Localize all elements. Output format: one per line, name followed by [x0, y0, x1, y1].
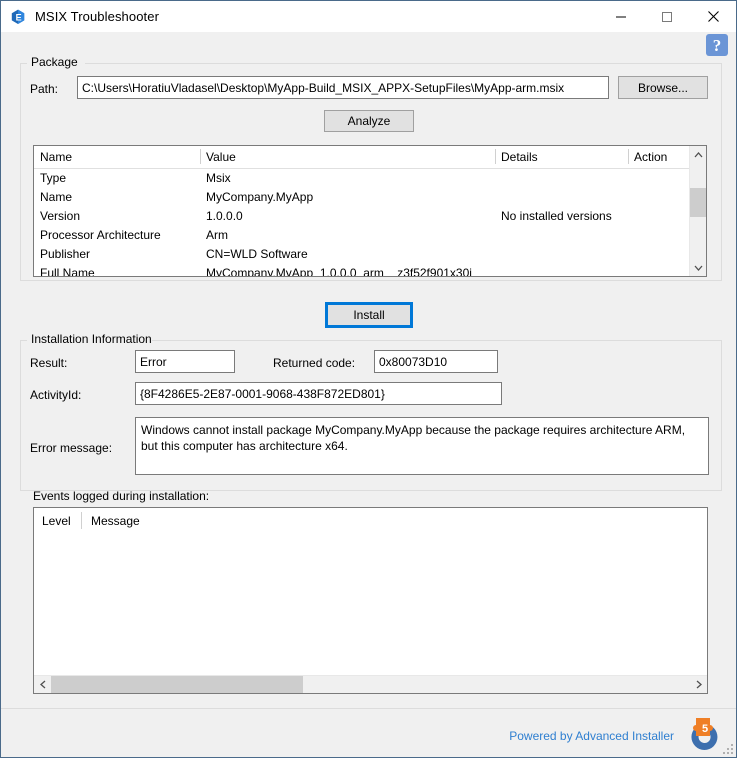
- table-row[interactable]: Publisher CN=WLD Software: [34, 245, 706, 264]
- minimize-button[interactable]: [598, 1, 644, 32]
- cell-value: CN=WLD Software: [206, 247, 308, 261]
- column-separator[interactable]: [81, 512, 82, 529]
- path-label: Path:: [30, 82, 59, 96]
- result-label: Result:: [30, 356, 68, 370]
- resize-grip[interactable]: [723, 744, 733, 754]
- column-header-level[interactable]: Level: [42, 514, 71, 528]
- advanced-installer-logo: 5: [684, 715, 724, 753]
- returned-code-label: Returned code:: [273, 356, 356, 370]
- msix-troubleshooter-window: E MSIX Troubleshooter ? Package Path: C:…: [0, 0, 737, 758]
- footer-bar: Powered by Advanced Installer 5: [1, 708, 736, 757]
- column-header-message[interactable]: Message: [91, 514, 140, 528]
- chevron-left-icon[interactable]: [34, 676, 51, 693]
- cell-value: Arm: [206, 228, 228, 242]
- cell-name: Version: [40, 209, 81, 223]
- scrollbar-thumb[interactable]: [690, 188, 706, 217]
- result-value[interactable]: Error: [135, 350, 235, 373]
- window-title: MSIX Troubleshooter: [35, 9, 160, 24]
- activity-id-value[interactable]: {8F4286E5-2E87-0001-9068-438F872ED801}: [135, 382, 502, 405]
- cell-name: Full Name: [40, 266, 95, 277]
- cell-value: MyCompany.MyApp_1.0.0.0_arm__z3f52f901x3…: [206, 266, 472, 277]
- activity-id-label: ActivityId:: [30, 388, 82, 402]
- error-message-value[interactable]: Windows cannot install package MyCompany…: [135, 417, 709, 475]
- svg-text:E: E: [16, 12, 22, 22]
- column-header-value[interactable]: Value: [206, 150, 236, 164]
- column-separator[interactable]: [495, 149, 496, 164]
- cell-name: Type: [40, 171, 67, 185]
- table-row[interactable]: Version 1.0.0.0 No installed versions: [34, 207, 706, 226]
- error-message-label: Error message:: [30, 441, 113, 455]
- events-header-row: Level Message: [34, 508, 707, 534]
- events-log-label: Events logged during installation:: [33, 489, 210, 503]
- browse-button[interactable]: Browse...: [618, 76, 708, 99]
- table-header-row: Name Value Details Action: [34, 146, 706, 169]
- svg-text:5: 5: [702, 723, 708, 735]
- package-properties-table[interactable]: Name Value Details Action Type Msix Name…: [33, 145, 707, 277]
- powered-by-link[interactable]: Powered by Advanced Installer: [509, 729, 674, 743]
- cell-name: Name: [40, 190, 73, 204]
- analyze-button[interactable]: Analyze: [324, 110, 414, 132]
- chevron-down-icon[interactable]: [690, 259, 706, 276]
- installation-information-group-title: Installation Information: [27, 332, 156, 346]
- cell-name: Processor Architecture: [40, 228, 161, 242]
- window-controls: [598, 1, 736, 32]
- help-icon[interactable]: ?: [706, 34, 728, 56]
- events-horizontal-scrollbar[interactable]: [34, 675, 707, 693]
- package-group-title: Package: [27, 55, 82, 69]
- table-row[interactable]: Type Msix: [34, 169, 706, 188]
- table-row[interactable]: Full Name MyCompany.MyApp_1.0.0.0_arm__z…: [34, 264, 706, 277]
- column-header-details[interactable]: Details: [501, 150, 538, 164]
- scrollbar-thumb[interactable]: [51, 676, 303, 693]
- cell-name: Publisher: [40, 247, 91, 261]
- cell-value: MyCompany.MyApp: [206, 190, 314, 204]
- maximize-button[interactable]: [644, 1, 690, 32]
- install-button[interactable]: Install: [325, 302, 413, 328]
- path-input[interactable]: C:\Users\HoratiuVladasel\Desktop\MyApp-B…: [77, 76, 609, 99]
- column-header-action[interactable]: Action: [634, 150, 667, 164]
- table-row[interactable]: Processor Architecture Arm: [34, 226, 706, 245]
- scrollbar-track[interactable]: [51, 676, 690, 693]
- column-separator[interactable]: [628, 149, 629, 164]
- cell-value: 1.0.0.0: [206, 209, 243, 223]
- close-button[interactable]: [690, 1, 736, 32]
- msix-app-icon: E: [9, 8, 27, 26]
- table-row[interactable]: Name MyCompany.MyApp: [34, 188, 706, 207]
- title-bar: E MSIX Troubleshooter: [1, 1, 736, 32]
- chevron-right-icon[interactable]: [690, 676, 707, 693]
- events-log-table[interactable]: Level Message: [33, 507, 708, 694]
- cell-details: No installed versions: [501, 209, 612, 223]
- column-header-name[interactable]: Name: [40, 150, 72, 164]
- chevron-up-icon[interactable]: [690, 146, 706, 163]
- returned-code-value[interactable]: 0x80073D10: [374, 350, 498, 373]
- cell-value: Msix: [206, 171, 231, 185]
- table-vertical-scrollbar[interactable]: [689, 146, 706, 276]
- column-separator[interactable]: [200, 149, 201, 164]
